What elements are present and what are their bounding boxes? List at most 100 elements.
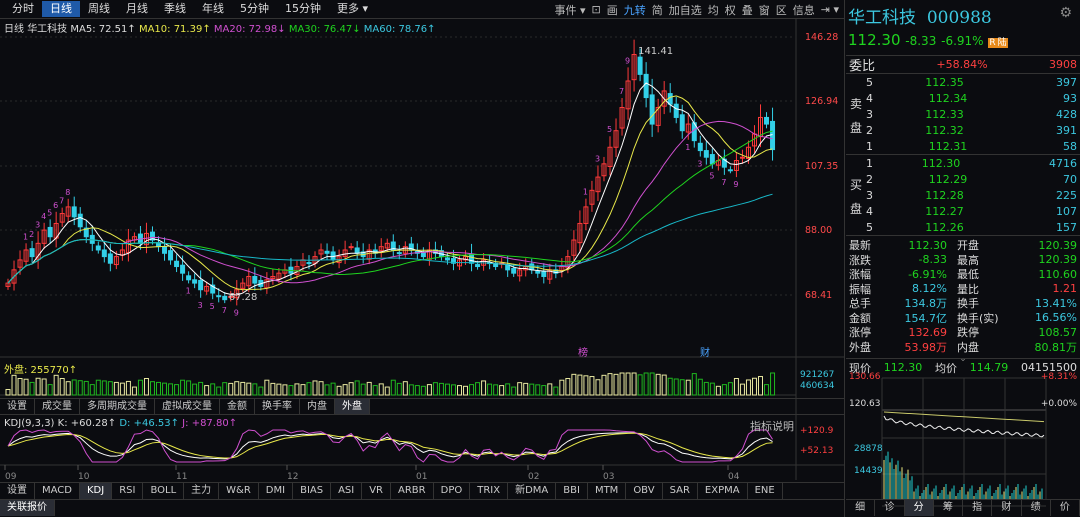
candle-down[interactable]	[107, 253, 113, 264]
indicator-tab-6[interactable]: W&R	[219, 483, 259, 499]
indicator-tab-17[interactable]: OBV	[626, 483, 663, 499]
candle-down[interactable]	[222, 295, 228, 301]
volume-tab-1[interactable]: 成交量	[35, 399, 80, 414]
gear-icon[interactable]: ⚙	[1059, 5, 1072, 21]
candle-down[interactable]	[192, 279, 198, 284]
indicator-help-link[interactable]: 指标说明	[750, 418, 794, 434]
candle-down[interactable]	[95, 245, 101, 251]
candle-down[interactable]	[306, 262, 312, 265]
indicator-tab-11[interactable]: ARBR	[391, 483, 434, 499]
candle-down[interactable]	[180, 264, 186, 274]
indicator-tab-5[interactable]: 主力	[184, 483, 220, 499]
candle-down[interactable]	[71, 206, 77, 218]
quote-tab-3[interactable]: 筹	[934, 500, 963, 516]
volume-bar	[143, 378, 149, 396]
volume-tab-0[interactable]: 设置	[0, 399, 35, 414]
candle-down[interactable]	[101, 249, 107, 258]
candle-down[interactable]	[324, 250, 330, 254]
candle-down[interactable]	[168, 250, 174, 261]
tab-related-quotes[interactable]: 关联报价	[0, 500, 55, 516]
candle-down[interactable]	[162, 246, 168, 254]
candle-down[interactable]	[186, 275, 192, 281]
candle-down[interactable]	[29, 248, 35, 258]
indicator-tab-7[interactable]: DMI	[259, 483, 294, 499]
quote-tab-2[interactable]: 分	[904, 500, 934, 516]
indicator-tab-18[interactable]: SAR	[663, 483, 698, 499]
candle-down[interactable]	[643, 73, 649, 99]
quote-tab-5[interactable]: 财	[992, 500, 1022, 516]
candle-down[interactable]	[252, 275, 258, 284]
nine-turn-count: 5	[607, 125, 612, 134]
volume-bar	[107, 381, 113, 396]
volume-tab-7[interactable]: 外盘	[335, 399, 370, 414]
volume-tab-6[interactable]: 内盘	[300, 399, 335, 414]
quote-tab-4[interactable]: 指	[963, 500, 993, 516]
indicator-tab-19[interactable]: EXPMA	[698, 483, 748, 499]
quote-tab-1[interactable]: 诊	[875, 500, 905, 516]
candle-down[interactable]	[764, 116, 770, 125]
volume-bar	[71, 379, 77, 396]
volume-tab-2[interactable]: 多周期成交量	[80, 399, 155, 414]
indicator-tab-9[interactable]: ASI	[331, 483, 363, 499]
indicator-tab-13[interactable]: TRIX	[470, 483, 509, 499]
volume-tab-5[interactable]: 换手率	[255, 399, 300, 414]
candle-down[interactable]	[535, 270, 541, 274]
candle-up[interactable]	[348, 246, 354, 249]
candle-down[interactable]	[511, 268, 517, 274]
indicator-tab-15[interactable]: BBI	[556, 483, 588, 499]
candle-down[interactable]	[727, 169, 733, 172]
candle-down[interactable]	[637, 56, 643, 75]
quote-tab-0[interactable]: 细	[846, 500, 876, 516]
candle-down[interactable]	[679, 114, 685, 132]
candle-down[interactable]	[703, 150, 709, 158]
candle-down[interactable]	[469, 253, 475, 264]
candle-down[interactable]	[770, 120, 776, 151]
kdj-k: +60.28↑	[70, 418, 117, 429]
candle-down[interactable]	[541, 271, 547, 277]
sell-level: 3	[866, 107, 873, 121]
stock-code: 000988	[926, 8, 992, 28]
indicator-tab-14[interactable]: 新DMA	[508, 483, 557, 499]
candle-down[interactable]	[475, 264, 481, 268]
indicator-tab-2[interactable]: KDJ	[79, 483, 113, 499]
volume-bar	[330, 382, 336, 396]
intraday-chart[interactable]	[846, 372, 1080, 512]
indicator-tab-12[interactable]: DPO	[434, 483, 471, 499]
volume-bar	[547, 383, 553, 396]
candle-down[interactable]	[709, 154, 715, 165]
indicator-tab-0[interactable]: 设置	[0, 483, 35, 499]
volume-tab-3[interactable]: 虚拟成交量	[155, 399, 220, 414]
candle-down[interactable]	[77, 213, 83, 228]
volume-tab-4[interactable]: 金额	[220, 399, 255, 414]
indicator-tab-16[interactable]: MTM	[588, 483, 627, 499]
candle-down[interactable]	[174, 260, 180, 268]
quote-tab-6[interactable]: 绩	[1022, 500, 1051, 516]
indicator-tab-4[interactable]: BOLL	[143, 483, 185, 499]
indicator-tab-20[interactable]: ENE	[748, 483, 783, 499]
event-tag[interactable]: 财	[700, 346, 710, 359]
indicator-tab-8[interactable]: BIAS	[293, 483, 332, 499]
candle-down[interactable]	[667, 93, 673, 105]
candle-down[interactable]	[673, 103, 679, 118]
indicator-tab-3[interactable]: RSI	[112, 483, 144, 499]
candle-down[interactable]	[649, 94, 655, 125]
candle-down[interactable]	[47, 226, 53, 238]
indicator-tabs: 设置 MACD KDJ RSI BOLL 主力 W&R DMI BIAS ASI VR ARBR DPO…	[0, 482, 845, 499]
candle-down[interactable]	[396, 252, 402, 255]
sell-row: 3 112.33 428	[846, 106, 1080, 122]
candle-up[interactable]	[739, 156, 745, 159]
event-tag[interactable]: 榜	[578, 346, 588, 359]
indicator-tab-1[interactable]: MACD	[35, 483, 80, 499]
candle-down[interactable]	[697, 142, 703, 152]
kline-chart[interactable]: 146.28 126.94 107.35 88.00 68.41 141.41 67.28 榜…	[0, 0, 845, 517]
volume-bar	[354, 380, 360, 396]
candle-down[interactable]	[216, 295, 222, 298]
quote-tab-7[interactable]: 价	[1051, 500, 1080, 516]
weibi-label: 委比	[849, 59, 876, 74]
volume-bar	[733, 378, 739, 396]
candle-down[interactable]	[198, 279, 204, 291]
indicator-tab-10[interactable]: VR	[362, 483, 392, 499]
vol-axis-mid: 460634	[800, 381, 835, 391]
candle-down[interactable]	[444, 257, 450, 261]
candle-down[interactable]	[354, 247, 360, 254]
